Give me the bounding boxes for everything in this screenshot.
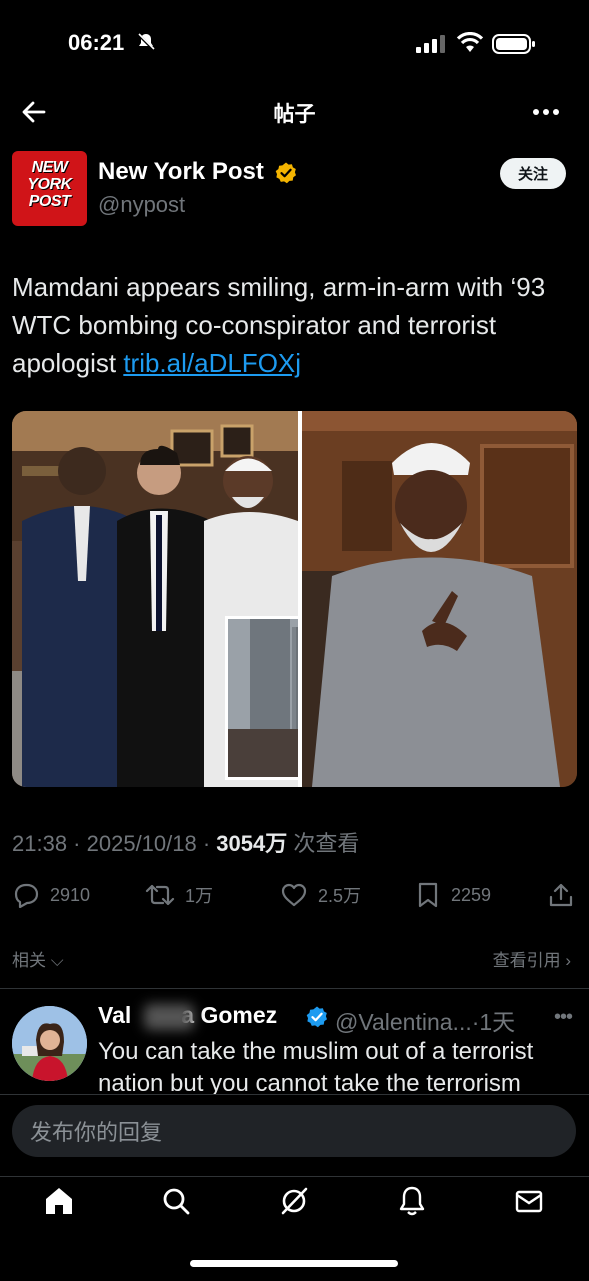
tweet-image[interactable]	[12, 411, 577, 787]
like-button[interactable]: 2.5万	[280, 880, 361, 910]
reply-icon	[14, 883, 39, 908]
follow-button[interactable]: 关注	[500, 158, 566, 189]
view-quotes-link[interactable]: 查看引用 ›	[493, 946, 571, 971]
verified-badge-icon	[306, 1006, 327, 1028]
retweet-button[interactable]: 1万	[145, 880, 213, 910]
retweet-count: 1万	[185, 886, 214, 906]
tweet-date: 2025/10/18	[86, 831, 197, 856]
mail-icon[interactable]	[512, 1184, 546, 1218]
tweet-time: 21:38	[12, 831, 68, 856]
reply-handle[interactable]: @Valentina...·1天	[335, 1003, 515, 1037]
view-label: 次查看	[293, 831, 360, 856]
home-icon[interactable]	[42, 1184, 76, 1218]
grok-icon[interactable]	[277, 1184, 311, 1218]
reply-input[interactable]: 发布你的回复	[12, 1105, 576, 1157]
chevron-down-icon: ⌵	[46, 951, 64, 970]
reply-count: 2910	[50, 884, 91, 905]
page-title: 帖子	[273, 103, 316, 126]
bookmark-icon	[418, 882, 438, 908]
home-indicator	[190, 1260, 398, 1267]
share-button[interactable]	[548, 880, 584, 910]
bell-muted-icon	[136, 32, 156, 52]
view-count: 3054万	[216, 831, 288, 856]
tweet-text: Mamdani appears smiling, arm-in-arm with…	[12, 268, 572, 382]
author-name[interactable]: New York Post	[98, 158, 264, 186]
heart-icon	[281, 883, 307, 907]
share-icon	[549, 883, 573, 907]
redacted-text	[144, 1004, 194, 1030]
reply-text: You can take the muslim out of a terrori…	[98, 1038, 534, 1094]
related-dropdown[interactable]: 相关 ⌵	[12, 946, 64, 971]
battery-icon	[492, 34, 535, 54]
verified-badge-icon	[275, 162, 296, 184]
reply-button[interactable]: 2910	[12, 880, 90, 910]
status-time: 06:21	[68, 30, 125, 55]
reply-avatar[interactable]	[12, 1006, 87, 1081]
reply-time: ·1天	[471, 1009, 516, 1035]
signal-icon	[416, 35, 445, 53]
more-options-icon[interactable]	[530, 98, 562, 126]
search-icon[interactable]	[159, 1184, 193, 1218]
retweet-icon	[145, 884, 175, 906]
tweet-meta: 21:38 · 2025/10/18 · 3054万 次查看	[12, 831, 360, 856]
wifi-icon	[456, 32, 484, 52]
reply-more-icon[interactable]: •••	[554, 1006, 573, 1029]
author-avatar[interactable]: NEW YORK POST	[12, 151, 87, 226]
related-label: 相关	[12, 951, 46, 970]
bookmark-button[interactable]: 2259	[415, 880, 491, 910]
chevron-right-icon: ›	[560, 951, 571, 970]
bell-icon[interactable]	[395, 1184, 429, 1218]
view-quotes-label: 查看引用	[492, 951, 561, 970]
avatar-logo-text: NEW YORK POST	[27, 159, 72, 210]
divider	[0, 988, 589, 989]
author-handle[interactable]: @nypost	[98, 192, 185, 218]
like-count: 2.5万	[318, 886, 362, 906]
bookmark-count: 2259	[451, 884, 492, 905]
tweet-link[interactable]: trib.al/aDLFOXj	[123, 348, 301, 378]
